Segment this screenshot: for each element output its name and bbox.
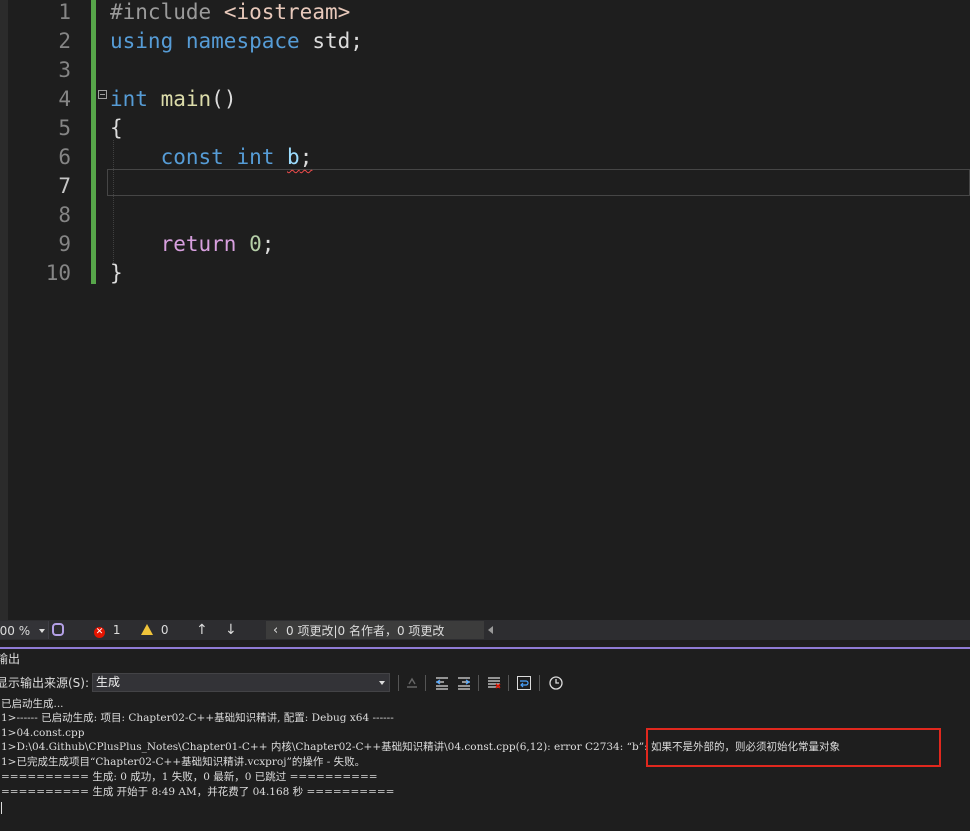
output-line: 1>------ 已启动生成: 项目: Chapter02-C++基础知识精讲,… <box>1 712 394 724</box>
scroll-left-icon[interactable] <box>488 626 493 634</box>
code-line-10[interactable]: } <box>110 261 123 290</box>
variable-b-error[interactable]: b <box>287 145 300 169</box>
find-previous-icon[interactable] <box>434 675 450 691</box>
line-number: 2 <box>58 29 71 53</box>
error-count-value: 1 <box>112 623 121 637</box>
toolbar-separator <box>398 675 399 691</box>
changes-text: 0 项更改|0 名作者，0 项更改 <box>286 624 445 638</box>
output-line: 1>已完成生成项目“Chapter02-C++基础知识精讲.vcxproj”的操… <box>1 756 366 768</box>
text-caret <box>1 802 2 814</box>
code-line-2[interactable]: using namespace std; <box>110 29 363 58</box>
line-number: 9 <box>58 232 71 256</box>
semicolon: ; <box>299 145 313 169</box>
code-editor[interactable]: 1 2 3 4 5 6 7 8 9 10 #include <iostream>… <box>0 0 970 620</box>
find-next-icon[interactable] <box>456 675 472 691</box>
line-number: 5 <box>58 116 71 140</box>
copilot-icon[interactable] <box>52 623 64 636</box>
output-source-dropdown[interactable]: 生成 <box>92 673 390 692</box>
toolbar-separator <box>478 675 479 691</box>
open-brace: { <box>110 116 123 140</box>
line-number: 1 <box>58 0 71 24</box>
toolbar-separator <box>425 675 426 691</box>
clear-all-icon[interactable] <box>486 675 502 691</box>
error-highlight-box <box>646 728 941 767</box>
toolbar-separator <box>539 675 540 691</box>
line-number: 10 <box>45 261 71 285</box>
code-line-9[interactable]: return 0; <box>110 232 275 261</box>
prev-issue-button[interactable]: ↑ <box>196 620 208 640</box>
collapse-toggle-icon[interactable] <box>98 90 107 99</box>
error-count[interactable]: ✕ 1 <box>94 620 120 640</box>
close-brace: } <box>110 261 123 285</box>
warning-icon <box>141 624 153 635</box>
line-number-active: 7 <box>58 174 71 198</box>
output-line: 已启动生成... <box>1 698 64 710</box>
panel-accent-line <box>0 647 970 649</box>
zoom-value: 100 % <box>0 624 31 638</box>
function-name: main <box>160 87 212 111</box>
code-line-5[interactable]: { <box>110 116 123 145</box>
parens: () <box>211 87 237 111</box>
editor-status-bar: 100 % ✕ 1 0 ↑ ↓ ‹ 0 项更改|0 名作者，0 项更改 <box>0 620 970 640</box>
line-number: 6 <box>58 145 71 169</box>
word-wrap-icon[interactable] <box>516 675 532 691</box>
warning-count[interactable]: 0 <box>141 620 168 640</box>
error-icon: ✕ <box>94 627 105 638</box>
zoom-select[interactable]: 100 % <box>0 621 49 639</box>
toolbar-separator <box>508 675 509 691</box>
chevron-down-icon <box>379 681 385 685</box>
next-issue-button[interactable]: ↓ <box>225 620 237 640</box>
chevron-down-icon <box>39 629 45 633</box>
output-line: 1>04.const.cpp <box>1 727 85 739</box>
keyword-int: int <box>236 145 275 169</box>
keyword-const: const <box>160 145 224 169</box>
keyword-int: int <box>110 87 148 111</box>
number-literal: 0 <box>249 232 262 256</box>
change-tracking-bar <box>91 0 96 284</box>
include-header: <iostream> <box>223 0 351 24</box>
source-value: 生成 <box>96 675 121 689</box>
keyword-using: using <box>110 29 174 53</box>
code-line-4[interactable]: int main() <box>110 87 236 116</box>
keyword-namespace: namespace <box>185 29 300 53</box>
namespace-name: std; <box>312 29 363 53</box>
line-number: 8 <box>58 203 71 227</box>
semicolon: ; <box>261 232 275 256</box>
warning-count-value: 0 <box>160 623 169 637</box>
timestamp-clock-icon[interactable] <box>548 675 564 691</box>
output-summary-line: ========== 生成 开始于 8:49 AM，并花费了 04.168 秒 … <box>1 786 395 798</box>
output-panel-title: 输出 <box>0 652 21 666</box>
code-line-1[interactable]: #include <iostream> <box>110 0 350 29</box>
changes-indicator[interactable]: ‹ 0 项更改|0 名作者，0 项更改 <box>266 621 484 639</box>
preprocessor-directive: #include <box>110 0 212 24</box>
line-number: 4 <box>58 87 71 111</box>
output-toolbar: 显示输出来源(S): 生成 <box>0 672 970 694</box>
goto-code-icon[interactable] <box>404 675 420 691</box>
line-number: 3 <box>58 58 71 82</box>
source-label: 显示输出来源(S): <box>0 676 90 690</box>
output-summary-line: ========== 生成: 0 成功，1 失败，0 最新，0 已跳过 ====… <box>1 771 378 783</box>
chevron-left-icon: ‹ <box>273 623 279 638</box>
keyword-return: return <box>160 232 237 256</box>
code-line-6[interactable]: const int b; <box>110 145 313 174</box>
